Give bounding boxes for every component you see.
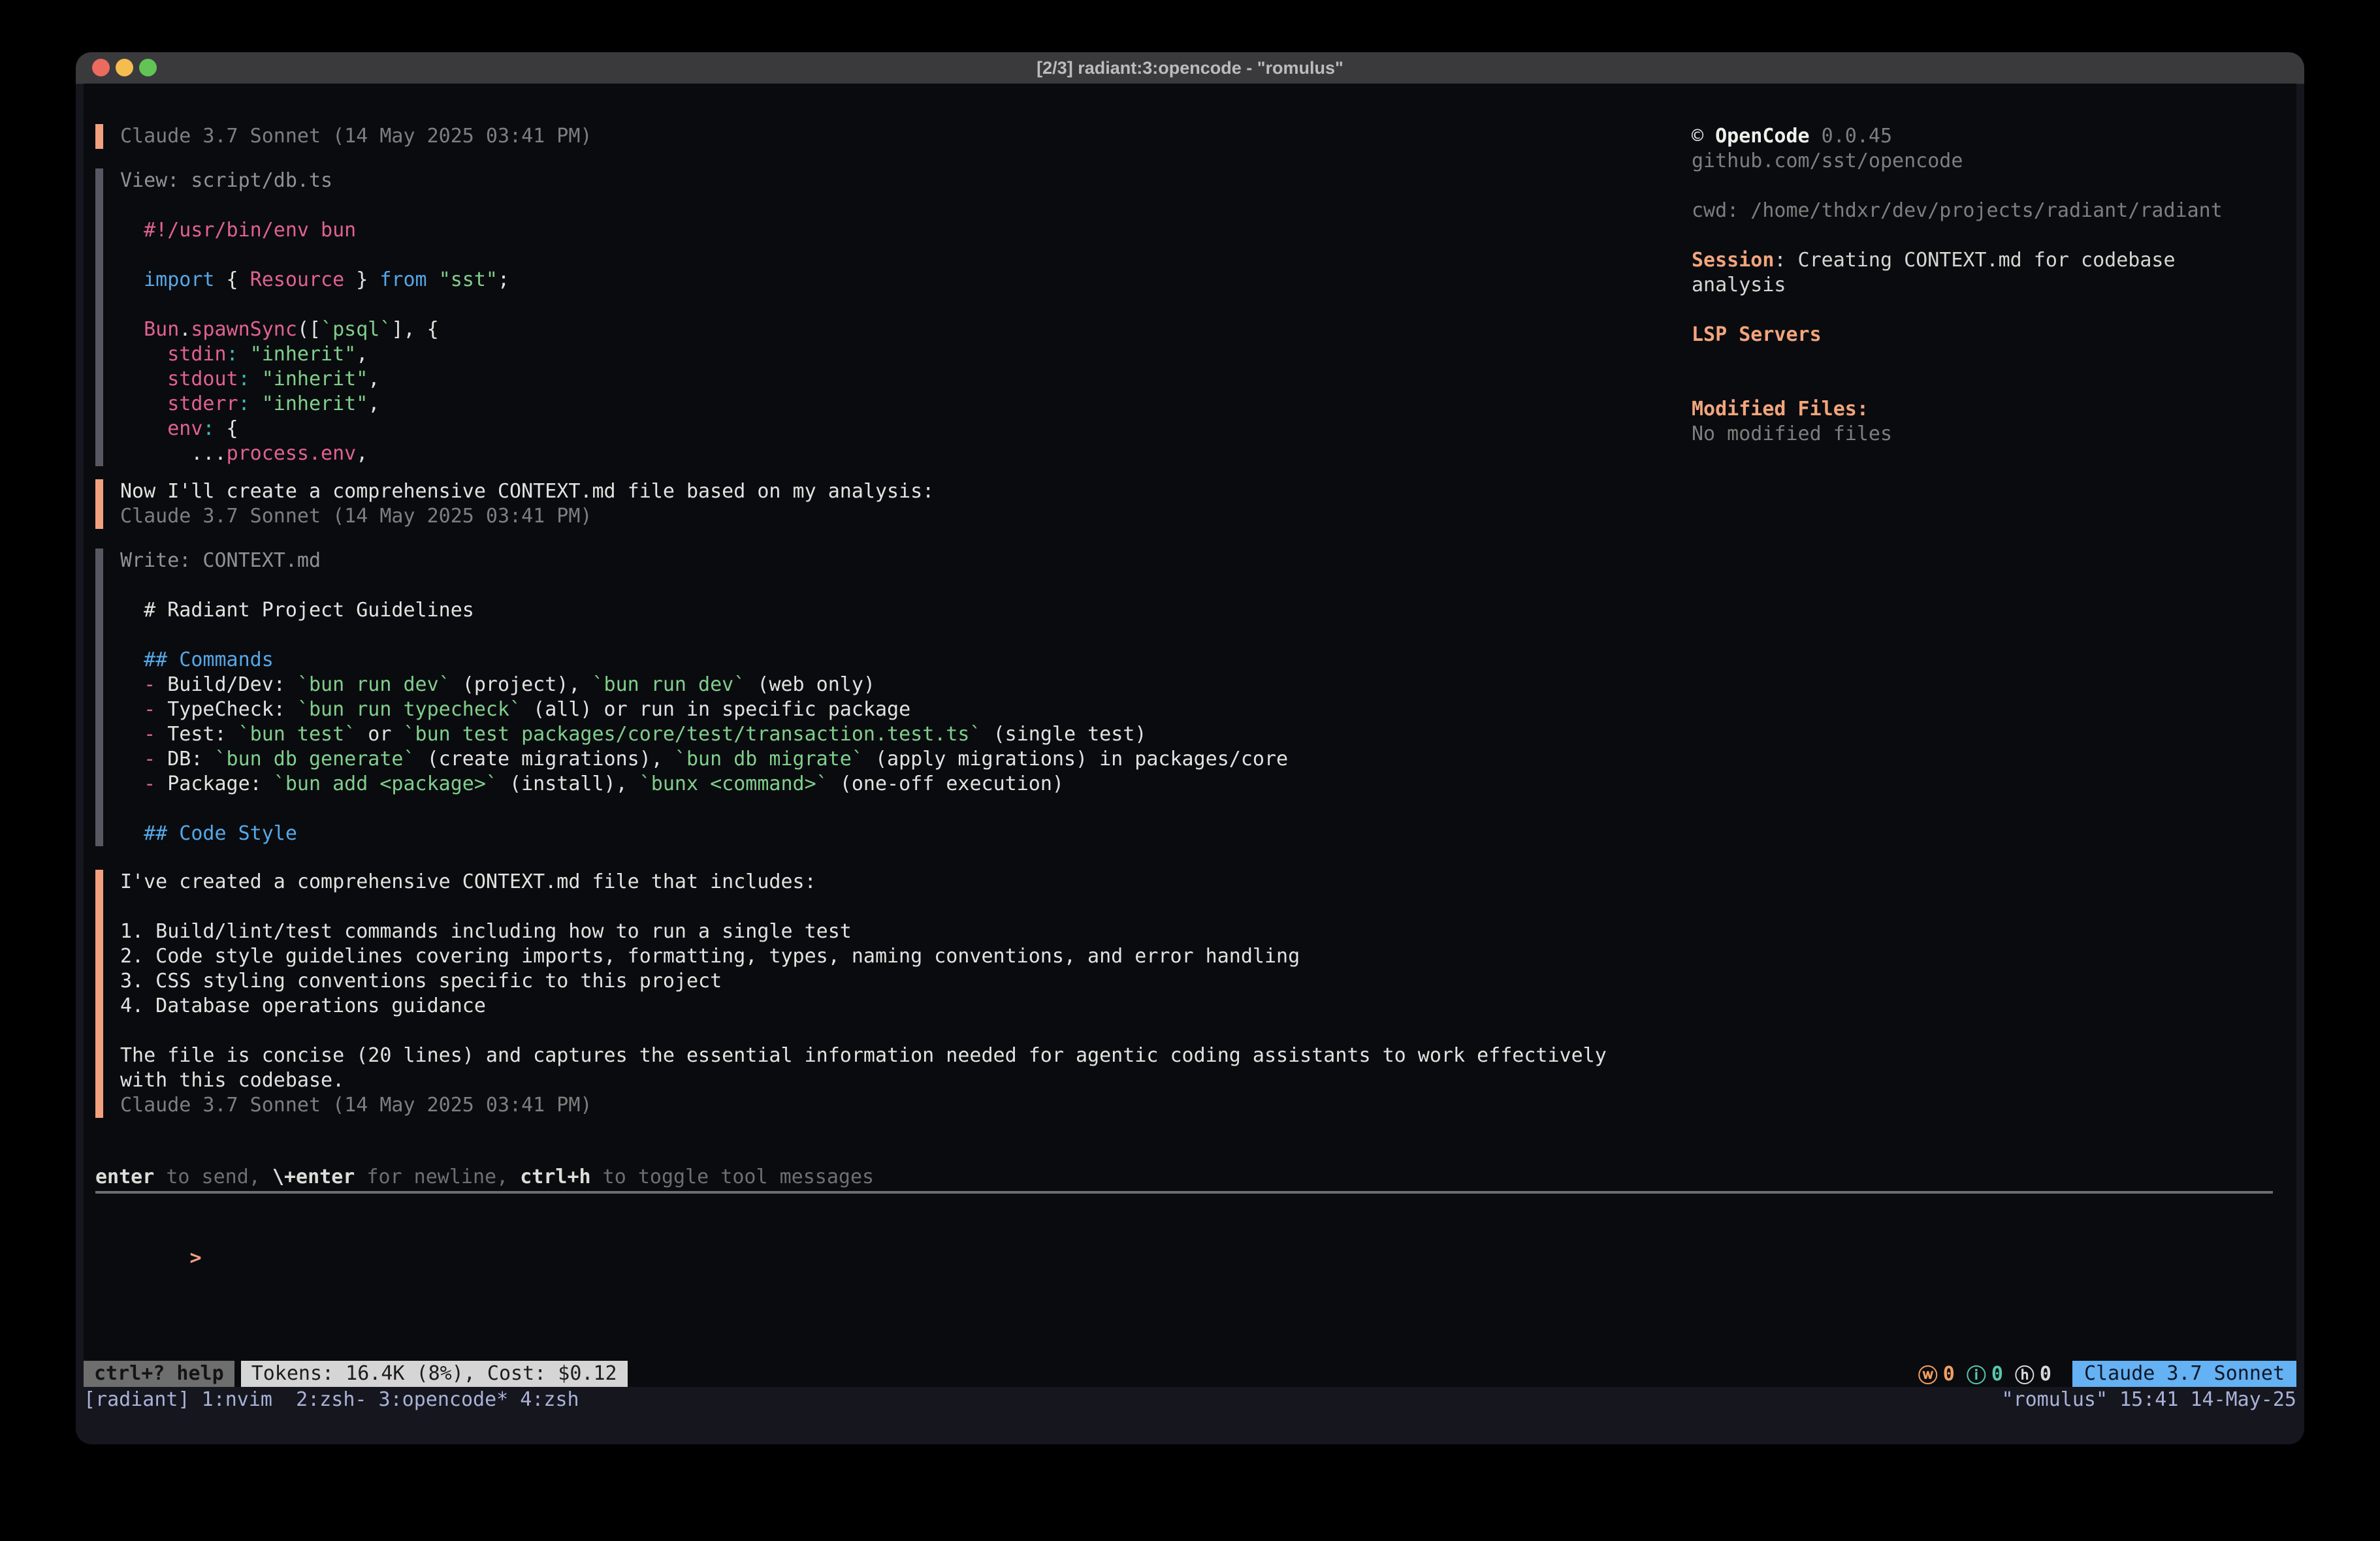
terminal-window: [2/3] radiant:3:opencode - "romulus" Cla… — [76, 52, 2304, 1444]
status-counters: ⓦ 0 ⓘ 0 ⓗ 0 Claude 3.7 Sonnet — [1918, 1359, 2296, 1387]
assistant-message-block: Now I'll create a comprehensive CONTEXT.… — [95, 479, 2296, 529]
warning-counter: ⓦ 0 — [1918, 1359, 1955, 1387]
help-shortcut[interactable]: ctrl+? help — [84, 1361, 234, 1387]
titlebar: [2/3] radiant:3:opencode - "romulus" — [76, 52, 2304, 84]
tokens-cost: Tokens: 16.4K (8%), Cost: $0.12 — [241, 1361, 628, 1387]
assistant-message-block: I've created a comprehensive CONTEXT.md … — [95, 870, 2296, 1118]
warning-icon: ⓦ — [1918, 1359, 1938, 1387]
prompt-input[interactable]: > — [95, 1221, 2285, 1246]
prompt-symbol: > — [190, 1247, 202, 1269]
hint-icon: ⓗ — [2015, 1359, 2034, 1387]
window-title: [2/3] radiant:3:opencode - "romulus" — [76, 52, 2304, 84]
input-divider — [95, 1191, 2273, 1194]
chat-scrollback: Claude 3.7 Sonnet (14 May 2025 03:41 PM)… — [84, 84, 2296, 1361]
info-icon: ⓘ — [1967, 1359, 1986, 1387]
hint-counter: ⓗ 0 — [2015, 1359, 2051, 1387]
info-counter: ⓘ 0 — [1967, 1359, 2003, 1387]
status-bar: ctrl+? help Tokens: 16.4K (8%), Cost: $0… — [84, 1361, 2296, 1387]
keybinding-help: enter to send, \+enter for newline, ctrl… — [95, 1165, 2285, 1190]
tool-write-block: Write: CONTEXT.md # Radiant Project Guid… — [95, 548, 2296, 846]
session-sidebar: © OpenCode 0.0.45github.com/sst/opencode… — [1692, 124, 2292, 447]
tmux-session-clock: "romulus" 15:41 14-May-25 — [2001, 1387, 2296, 1413]
opencode-tui: Claude 3.7 Sonnet (14 May 2025 03:41 PM)… — [84, 84, 2296, 1387]
model-badge: Claude 3.7 Sonnet — [2072, 1361, 2296, 1387]
tmux-status-bar: [radiant] 1:nvim 2:zsh- 3:opencode* 4:zs… — [84, 1387, 2296, 1413]
tmux-window-list[interactable]: [radiant] 1:nvim 2:zsh- 3:opencode* 4:zs… — [84, 1387, 579, 1413]
